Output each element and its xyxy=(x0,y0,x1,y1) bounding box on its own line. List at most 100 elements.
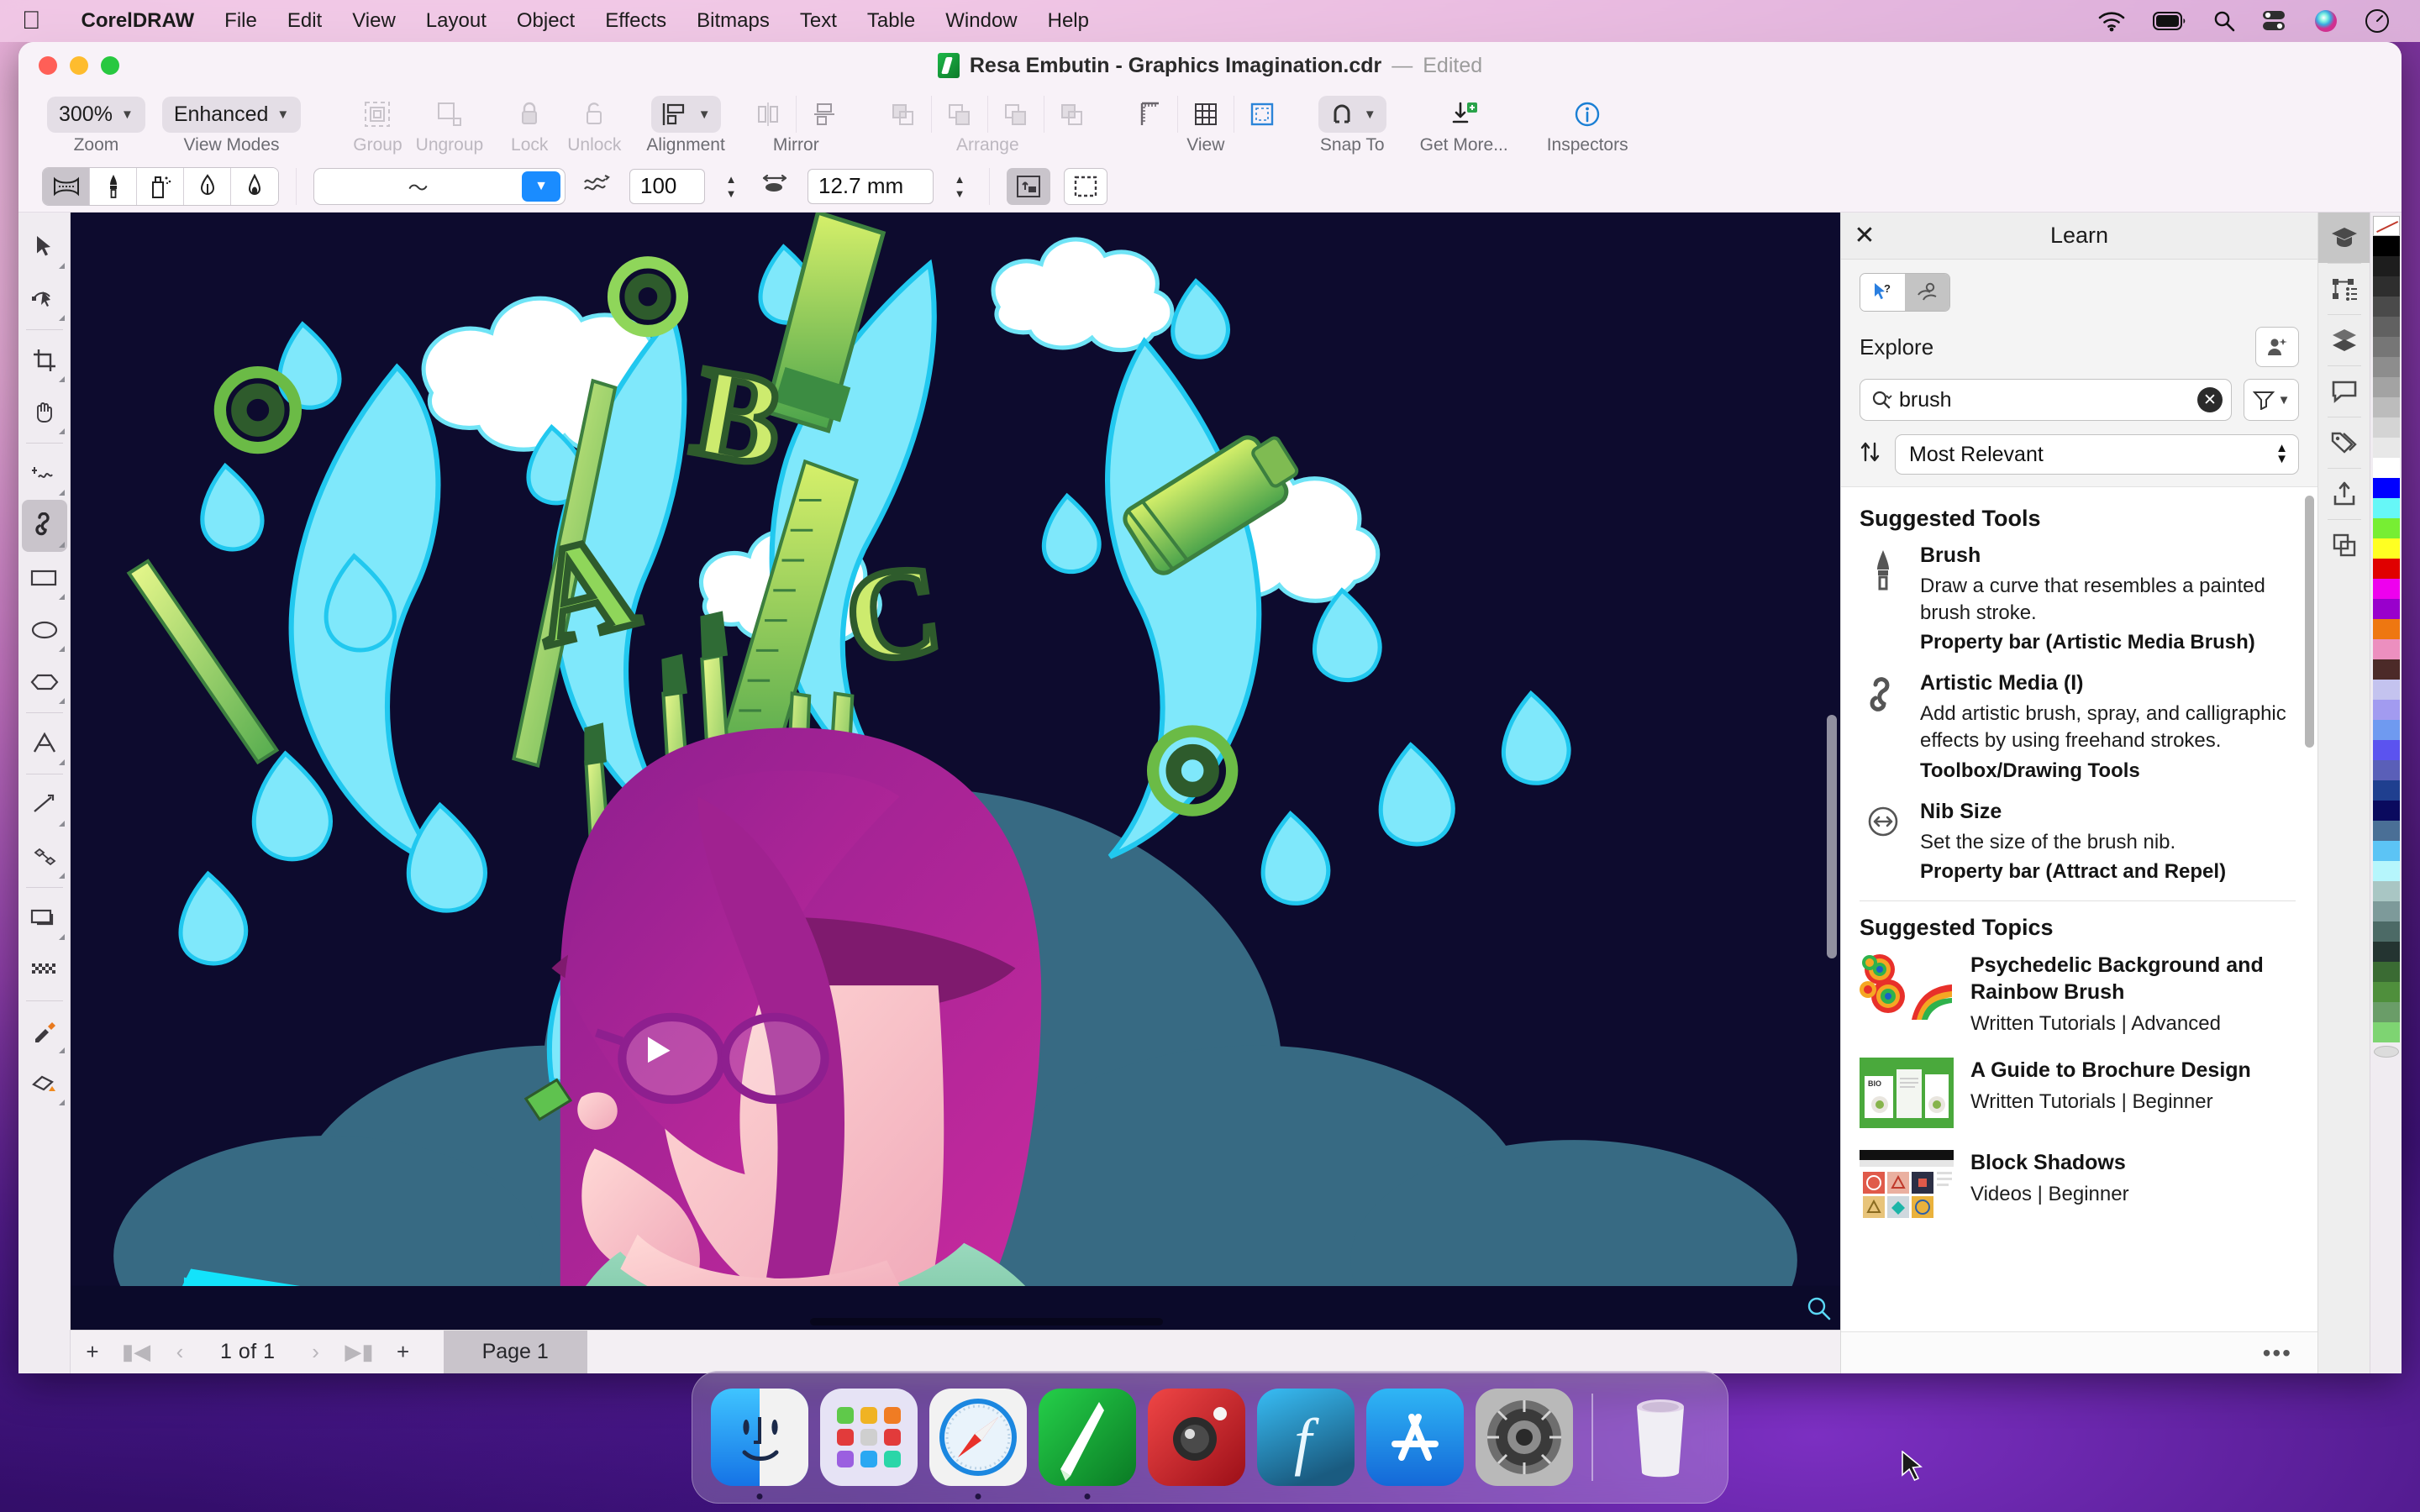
color-swatch[interactable] xyxy=(2373,841,2400,861)
color-swatch[interactable] xyxy=(2373,438,2400,458)
drawing-canvas[interactable]: A B C xyxy=(71,213,1840,1373)
color-swatch[interactable] xyxy=(2373,700,2400,720)
learn-panel-scrollbar[interactable] xyxy=(2305,496,2314,1084)
preset-stroke-dropdown[interactable]: 〜 ▼ xyxy=(313,168,566,205)
color-swatch[interactable] xyxy=(2373,801,2400,821)
maximize-window-button[interactable] xyxy=(101,56,119,75)
hints-cursor-icon[interactable]: ? xyxy=(1860,274,1905,311)
more-options-button[interactable]: ••• xyxy=(2263,1340,2292,1367)
mirror-horizontal-button[interactable] xyxy=(744,95,792,134)
learn-community-icon[interactable] xyxy=(1905,274,1949,311)
dock-item-system-settings[interactable] xyxy=(1476,1389,1573,1486)
artistic-media-tool[interactable] xyxy=(22,500,67,552)
menu-help[interactable]: Help xyxy=(1033,9,1104,33)
color-eyedropper-tool[interactable] xyxy=(22,1005,67,1058)
alignment-dropdown[interactable]: ▼ xyxy=(651,96,721,133)
next-page-button[interactable]: › xyxy=(294,1331,338,1374)
close-window-button[interactable] xyxy=(39,56,57,75)
search-input[interactable] xyxy=(1899,388,2192,412)
menu-window[interactable]: Window xyxy=(930,9,1032,33)
menu-bitmaps[interactable]: Bitmaps xyxy=(681,9,785,33)
color-swatch[interactable] xyxy=(2373,518,2400,538)
sort-select[interactable]: Most Relevant ▲▼ xyxy=(1895,434,2299,475)
wifi-icon[interactable] xyxy=(2084,10,2139,32)
dock-item-launchpad[interactable] xyxy=(820,1389,918,1486)
stroke-width-input[interactable]: 12.7 mm xyxy=(808,169,934,204)
add-expert-icon[interactable] xyxy=(2255,327,2299,367)
smoothing-stepper[interactable]: ▲▼ xyxy=(718,168,744,205)
filter-button[interactable]: ▼ xyxy=(2244,379,2299,421)
palette-swatches[interactable] xyxy=(2373,236,2400,1042)
color-swatch[interactable] xyxy=(2373,317,2400,337)
apple-logo-icon[interactable]:  xyxy=(22,8,41,34)
tool-result-nib-size[interactable]: Nib Size Set the size of the brush nib. … xyxy=(1860,800,2296,885)
palette-expand-icon[interactable] xyxy=(2374,1046,2399,1058)
duplicate-inspector-button[interactable] xyxy=(2318,520,2370,570)
stroke-width-stepper[interactable]: ▲▼ xyxy=(947,168,972,205)
interactive-fill-tool[interactable] xyxy=(22,1058,67,1110)
sort-icon[interactable] xyxy=(1860,440,1881,470)
snap-to-dropdown[interactable]: ▼ xyxy=(1318,96,1386,133)
learn-inspector-button[interactable] xyxy=(2318,213,2370,263)
color-swatch[interactable] xyxy=(2373,397,2400,417)
canvas-horizontal-scrollbar[interactable] xyxy=(71,1313,1840,1330)
page-tab[interactable]: Page 1 xyxy=(444,1331,587,1374)
search-icon[interactable] xyxy=(1872,390,1894,410)
polygon-tool[interactable] xyxy=(22,656,67,708)
color-swatch[interactable] xyxy=(2373,236,2400,256)
topic-result-brochure[interactable]: BIO A Guide to Brochure Design Written T… xyxy=(1860,1058,2296,1128)
topic-result-psychedelic[interactable]: Psychedelic Background and Rainbow Brush… xyxy=(1860,953,2296,1036)
connector-tool[interactable] xyxy=(22,831,67,883)
color-swatch[interactable] xyxy=(2373,881,2400,901)
dock-item-photo-paint[interactable] xyxy=(1148,1389,1245,1486)
marquee-select-button[interactable] xyxy=(1064,168,1107,205)
group-button[interactable] xyxy=(353,95,402,134)
bring-to-front-button[interactable] xyxy=(879,95,928,134)
menu-edit[interactable]: Edit xyxy=(272,9,337,33)
sprayer-button[interactable] xyxy=(137,168,184,205)
color-swatch[interactable] xyxy=(2373,861,2400,881)
comments-inspector-button[interactable] xyxy=(2318,366,2370,417)
color-swatch[interactable] xyxy=(2373,1002,2400,1022)
unlock-button[interactable] xyxy=(570,95,618,134)
color-swatch[interactable] xyxy=(2373,377,2400,397)
color-swatch[interactable] xyxy=(2373,982,2400,1002)
menu-coreldraw[interactable]: CorelDRAW xyxy=(66,9,210,33)
color-swatch[interactable] xyxy=(2373,901,2400,921)
text-tool[interactable] xyxy=(22,717,67,769)
zoom-magnifier-icon[interactable] xyxy=(1807,1296,1832,1321)
add-page-right-button[interactable]: + xyxy=(381,1331,425,1374)
color-swatch[interactable] xyxy=(2373,639,2400,659)
clock-icon[interactable] xyxy=(2351,8,2403,34)
color-swatch[interactable] xyxy=(2373,337,2400,357)
color-swatch[interactable] xyxy=(2373,720,2400,740)
battery-icon[interactable] xyxy=(2139,12,2200,30)
color-swatch[interactable] xyxy=(2373,559,2400,579)
color-swatch[interactable] xyxy=(2373,921,2400,942)
tool-result-brush[interactable]: Brush Draw a curve that resembles a pain… xyxy=(1860,543,2296,654)
chevron-down-icon[interactable]: ▼ xyxy=(522,171,560,202)
page-border-button[interactable] xyxy=(1238,95,1286,134)
send-backward-button[interactable] xyxy=(992,95,1040,134)
color-swatch[interactable] xyxy=(2373,458,2400,478)
tool-result-artistic-media[interactable]: Artistic Media (I) Add artistic brush, s… xyxy=(1860,671,2296,782)
control-center-icon[interactable] xyxy=(2249,10,2301,32)
color-swatch[interactable] xyxy=(2373,478,2400,498)
tags-inspector-button[interactable] xyxy=(2318,417,2370,468)
color-swatch[interactable] xyxy=(2373,760,2400,780)
add-page-left-button[interactable]: + xyxy=(71,1331,114,1374)
color-swatch[interactable] xyxy=(2373,680,2400,700)
color-swatch[interactable] xyxy=(2373,740,2400,760)
minimize-window-button[interactable] xyxy=(70,56,88,75)
color-swatch[interactable] xyxy=(2373,821,2400,841)
smoothing-input[interactable]: 100 xyxy=(629,169,705,204)
objects-inspector-button[interactable] xyxy=(2318,264,2370,314)
color-swatch[interactable] xyxy=(2373,498,2400,518)
color-swatch[interactable] xyxy=(2373,780,2400,801)
menu-table[interactable]: Table xyxy=(852,9,930,33)
drop-shadow-tool[interactable] xyxy=(22,892,67,944)
scrollbar-thumb[interactable] xyxy=(2305,496,2314,748)
dock-item-safari[interactable] xyxy=(929,1389,1027,1486)
dock-item-app-store[interactable] xyxy=(1366,1389,1464,1486)
color-swatch[interactable] xyxy=(2373,357,2400,377)
